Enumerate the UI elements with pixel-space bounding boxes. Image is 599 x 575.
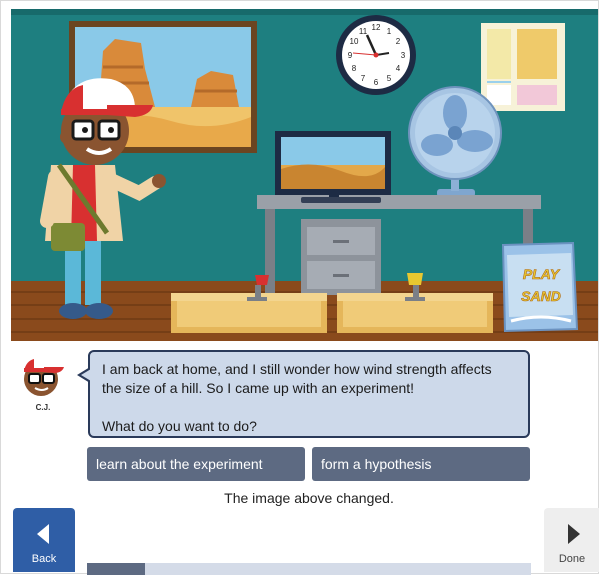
learn-about-experiment-button[interactable]: learn about the experiment <box>87 447 305 481</box>
svg-text:2: 2 <box>396 37 401 46</box>
done-label: Done <box>558 553 586 565</box>
back-label: Back <box>31 553 57 565</box>
scene-illustration: 12 1 2 3 4 5 6 7 8 9 10 11 PLAY SAND <box>11 9 598 341</box>
svg-text:1: 1 <box>387 27 392 36</box>
play-sand-bag: PLAY SAND <box>501 241 579 333</box>
progress-fill <box>87 563 145 575</box>
wall-poster <box>481 23 565 111</box>
svg-text:5: 5 <box>387 74 392 83</box>
svg-text:6: 6 <box>374 78 379 87</box>
svg-text:7: 7 <box>361 74 366 83</box>
dialog-line: the size of a hill. So I came up with an… <box>102 380 415 396</box>
svg-text:PLAY: PLAY <box>523 266 561 282</box>
dialog-prompt: What do you want to do? <box>102 418 257 434</box>
activity-frame: 12 1 2 3 4 5 6 7 8 9 10 11 PLAY SAND C.J… <box>0 0 599 575</box>
wall-clock: 12 1 2 3 4 5 6 7 8 9 10 11 <box>336 15 416 95</box>
svg-text:11: 11 <box>359 27 368 36</box>
dialog-line: I am back at home, and I still wonder ho… <box>102 361 492 377</box>
svg-text:10: 10 <box>350 37 359 46</box>
speech-bubble: I am back at home, and I still wonder ho… <box>88 350 530 438</box>
progress-bar <box>87 563 531 575</box>
arrow-right-icon <box>568 524 580 544</box>
status-message: The image above changed. <box>224 490 394 506</box>
svg-text:9: 9 <box>348 51 353 60</box>
form-hypothesis-button[interactable]: form a hypothesis <box>312 447 530 481</box>
svg-text:4: 4 <box>396 64 401 73</box>
speaker-name: C.J. <box>35 403 51 412</box>
svg-text:12: 12 <box>372 23 381 32</box>
bubble-tail-inner <box>81 369 91 381</box>
computer-monitor <box>275 131 391 203</box>
svg-text:3: 3 <box>401 51 406 60</box>
done-button[interactable]: Done <box>544 508 599 572</box>
arrow-left-icon <box>37 524 49 544</box>
back-button[interactable]: Back <box>13 508 75 572</box>
svg-text:SAND: SAND <box>521 288 561 304</box>
svg-text:8: 8 <box>352 64 357 73</box>
cj-avatar <box>16 351 66 399</box>
